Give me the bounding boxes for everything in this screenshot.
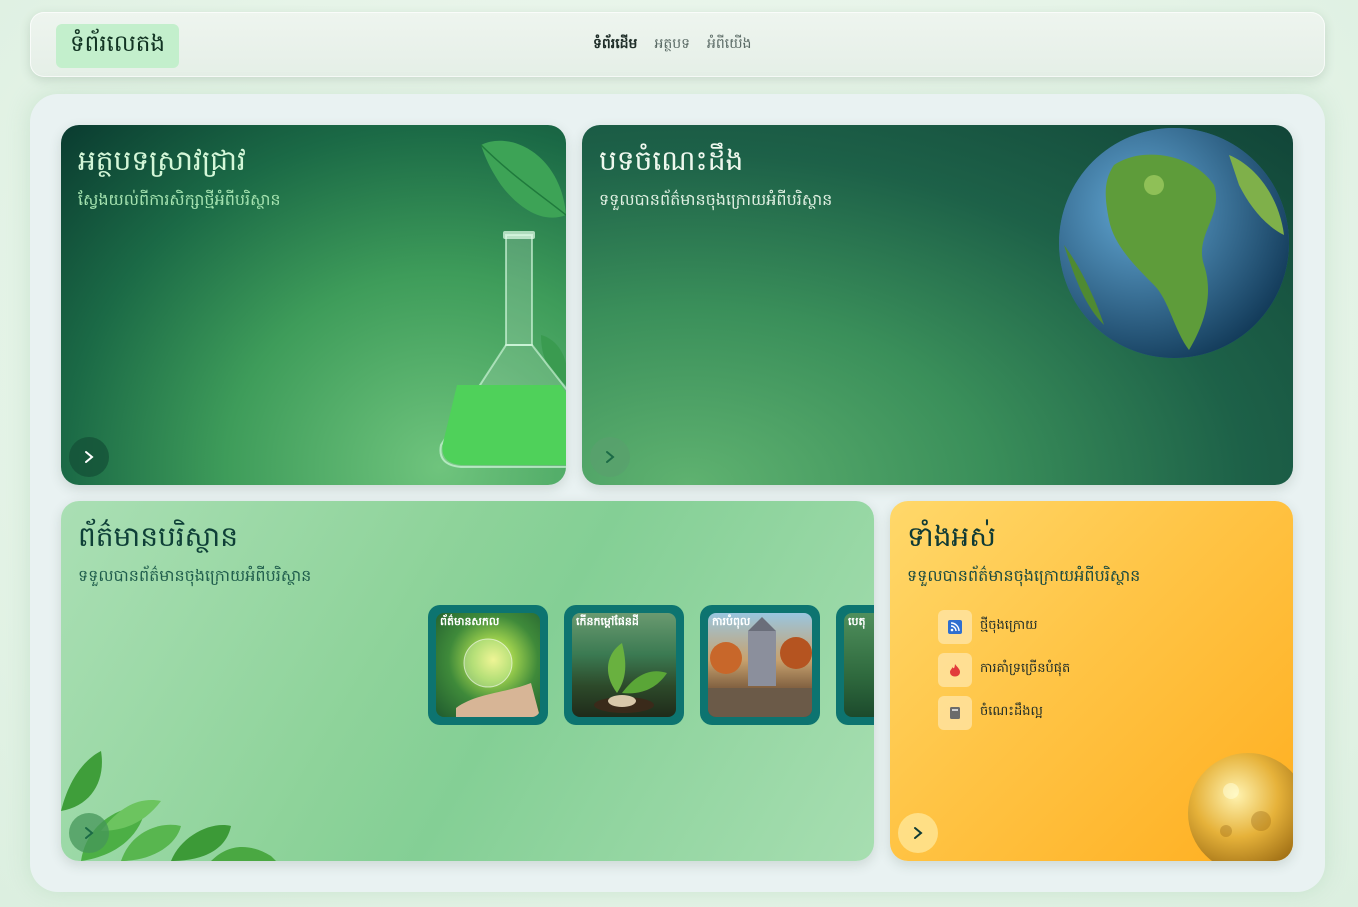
lessons-subtitle: ទទួលបានព័ត៌មានចុងក្រោយអំពីបរិស្ថាន — [599, 190, 833, 209]
nav-links: ទំព័រដើម អត្ថបទ អំពីយើង — [593, 34, 751, 55]
flask-plant-illustration — [439, 140, 566, 468]
all-subtitle: ទទួលបានព័ត៌មានចុងក្រោយអំពីបរិស្ថាន — [907, 566, 1141, 585]
fire-icon — [938, 652, 972, 687]
research-arrow-button[interactable] — [69, 437, 109, 477]
category-label: ការគាំទ្រច្រើនបំផុត — [980, 661, 1071, 676]
thumb-label: ព័ត៌មានសកល — [440, 615, 500, 628]
category-knowledge[interactable]: ចំណេះដឹងល្អ — [938, 691, 1070, 734]
all-title: ទាំងអស់ — [907, 520, 996, 553]
golden-sphere-illustration — [1188, 753, 1293, 861]
news-subtitle: ទទួលបានព័ត៌មានចុងក្រោយអំពីបរិស្ថាន — [78, 566, 312, 585]
chevron-right-icon — [85, 451, 94, 463]
news-thumbnail-strip: ព័ត៌មានសកល កើនកម្តៅផែនដី ការបំពុល បេតុ — [428, 605, 874, 727]
site-logo[interactable]: ទំព័រលេតង — [56, 24, 179, 68]
thumb-label: ការបំពុល — [712, 615, 751, 628]
chevron-right-icon — [85, 827, 94, 839]
book-icon — [938, 695, 972, 730]
news-card[interactable]: ព័ត៌មានបរិស្ថាន ទទួលបានព័ត៌មានចុងក្រោយអំ… — [61, 501, 874, 861]
news-thumb-pollution[interactable]: ការបំពុល — [700, 605, 820, 725]
lessons-title: បទចំណេះដឹង — [599, 144, 744, 177]
category-popular[interactable]: ការគាំទ្រច្រើនបំផុត — [938, 648, 1070, 691]
chevron-right-icon — [914, 827, 923, 839]
all-category-list: ថ្មីចុងក្រោយ ការគាំទ្រច្រើនបំផុត ចំណេះដឹ… — [938, 605, 1070, 734]
thumb-label: កើនកម្តៅផែនដី — [576, 615, 639, 628]
category-label: ថ្មីចុងក្រោយ — [980, 618, 1038, 633]
main-panel: អត្ថបទស្រាវជ្រាវ ស្វែងយល់ពីការសិក្សាថ្មី… — [30, 94, 1325, 892]
nav-home[interactable]: ទំព័រដើម — [593, 34, 637, 55]
earth-globe-illustration — [1059, 128, 1289, 358]
news-thumb-more[interactable]: បេតុ — [836, 605, 874, 725]
category-latest[interactable]: ថ្មីចុងក្រោយ — [938, 605, 1070, 648]
research-subtitle: ស្វែងយល់ពីការសិក្សាថ្មីអំពីបរិស្ថាន — [78, 190, 281, 209]
research-card[interactable]: អត្ថបទស្រាវជ្រាវ ស្វែងយល់ពីការសិក្សាថ្មី… — [61, 125, 566, 485]
nav-about[interactable]: អំពីយើង — [707, 34, 751, 55]
thumb-label: បេតុ — [848, 615, 866, 628]
all-arrow-button[interactable] — [898, 813, 938, 853]
nav-articles[interactable]: អត្ថបទ — [654, 34, 690, 55]
news-arrow-button[interactable] — [69, 813, 109, 853]
all-card[interactable]: ទាំងអស់ ទទួលបានព័ត៌មានចុងក្រោយអំពីបរិស្ថ… — [890, 501, 1293, 861]
top-navbar: ទំព័រលេតង ទំព័រដើម អត្ថបទ អំពីយើង — [30, 12, 1325, 77]
news-thumb-warming[interactable]: កើនកម្តៅផែនដី — [564, 605, 684, 725]
lessons-arrow-button[interactable] — [590, 437, 630, 477]
category-label: ចំណេះដឹងល្អ — [980, 704, 1043, 719]
news-title: ព័ត៌មានបរិស្ថាន — [78, 520, 238, 553]
research-title: អត្ថបទស្រាវជ្រាវ — [78, 144, 246, 177]
news-thumb-global[interactable]: ព័ត៌មានសកល — [428, 605, 548, 725]
lessons-card[interactable]: បទចំណេះដឹង ទទួលបានព័ត៌មានចុងក្រោយអំពីបរិ… — [582, 125, 1293, 485]
chevron-right-icon — [606, 451, 615, 463]
rss-icon — [938, 609, 972, 644]
